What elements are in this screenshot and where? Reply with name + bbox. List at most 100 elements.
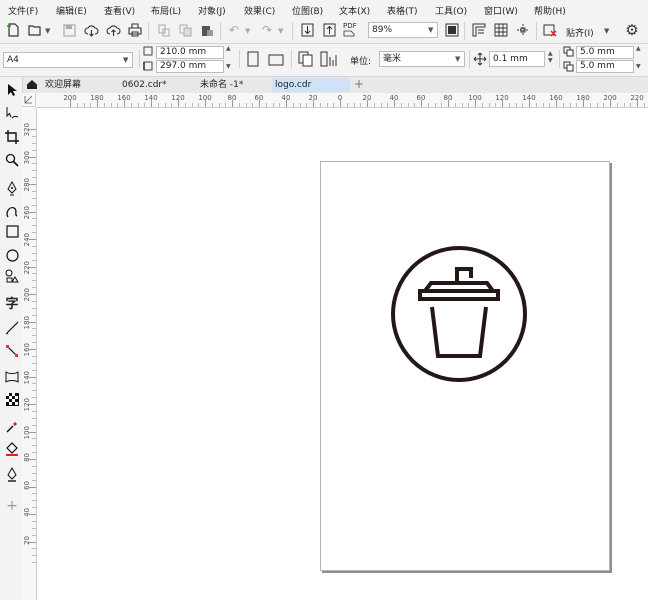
height-spin-down-icon[interactable]: ▼: [226, 63, 231, 70]
add-tab-icon[interactable]: +: [351, 78, 367, 92]
vertical-ruler[interactable]: 320 300 280 260 240 220 200 180 160 140 120 100 80 60…: [22, 107, 37, 600]
import-icon[interactable]: [298, 21, 316, 39]
open-dropdown-icon[interactable]: ▼: [45, 27, 50, 35]
snap-to-dropdown[interactable]: 贴齐(I): [566, 26, 594, 39]
ruler-h-minor-tick: [508, 103, 510, 107]
menu-layout[interactable]: 布局(L): [151, 4, 181, 17]
eyedropper-tool-icon[interactable]: [3, 418, 21, 436]
undo-icon[interactable]: ↶: [225, 21, 243, 39]
menu-tools[interactable]: 工具(O): [435, 4, 467, 17]
cloud-upload-icon[interactable]: [104, 21, 122, 39]
save-icon[interactable]: [60, 21, 78, 39]
undo-dropdown-icon[interactable]: ▼: [245, 27, 250, 35]
export-icon[interactable]: [320, 21, 338, 39]
all-pages-icon[interactable]: [298, 51, 314, 70]
duplicate-distance-y-input[interactable]: 5.0 mm: [576, 60, 634, 73]
options-gear-icon[interactable]: ⚙: [623, 21, 641, 39]
menu-file[interactable]: 文件(F): [8, 4, 38, 17]
snap-dropdown-icon[interactable]: ▼: [604, 27, 609, 35]
cloud-download-icon[interactable]: [82, 21, 100, 39]
tab-logo-cdr[interactable]: logo.cdr: [272, 78, 350, 92]
nudge-spin-icon[interactable]: ▲ ▼: [548, 50, 553, 64]
cut-icon[interactable]: [154, 21, 172, 39]
connector-tool-icon[interactable]: [3, 342, 21, 360]
crop-tool-icon[interactable]: [3, 128, 21, 146]
ruler-h-minor-tick: [589, 103, 591, 107]
shape-tool-icon[interactable]: [3, 104, 21, 122]
smart-fill-tool-icon[interactable]: [3, 465, 21, 483]
horizontal-ruler[interactable]: 200 180 160 140 120 100 80 60 40 20 0 20 40 60 80 100 12…: [22, 93, 648, 108]
open-folder-icon[interactable]: [26, 21, 44, 39]
ruler-h-major-tick: [555, 100, 557, 107]
cup-with-straw-in-circle-icon[interactable]: [386, 240, 534, 388]
menu-effects[interactable]: 效果(C): [244, 4, 275, 17]
page-height-input[interactable]: 297.0 mm: [156, 60, 224, 73]
nudge-distance-input[interactable]: 0.1 mm: [489, 51, 545, 67]
publish-pdf-button[interactable]: PDF: [343, 22, 357, 39]
show-guidelines-icon[interactable]: [514, 21, 532, 39]
menu-table[interactable]: 表格(T): [387, 4, 418, 17]
add-tool-icon[interactable]: +: [3, 497, 21, 515]
landscape-icon[interactable]: [268, 54, 284, 69]
freehand-tool-icon[interactable]: [3, 179, 21, 197]
page-size-select[interactable]: A4: [3, 52, 133, 68]
envelope-tool-icon[interactable]: [3, 368, 21, 386]
ellipse-tool-icon[interactable]: [3, 246, 21, 264]
home-icon[interactable]: [26, 79, 38, 93]
menu-view[interactable]: 查看(V): [104, 4, 135, 17]
show-grid-icon[interactable]: [492, 21, 510, 39]
paste-icon[interactable]: [198, 21, 216, 39]
units-select[interactable]: 毫米: [379, 51, 465, 67]
ruler-v-major-tick: [29, 431, 36, 433]
ruler-h-minor-tick: [211, 103, 213, 107]
menu-edit[interactable]: 编辑(E): [56, 4, 87, 17]
ruler-v-major-tick: [29, 376, 36, 378]
dup-x-spin-icon[interactable]: ▲: [636, 45, 641, 52]
width-spin-up-icon[interactable]: ▲: [226, 45, 231, 52]
print-icon[interactable]: [126, 21, 144, 39]
ruler-h-minor-tick: [83, 103, 85, 107]
ruler-v-major-tick: [29, 156, 36, 158]
menu-bitmap[interactable]: 位图(B): [292, 4, 323, 17]
text-tool-icon[interactable]: 字: [3, 293, 21, 312]
toolbar-separator: [220, 22, 221, 40]
redo-dropdown-icon[interactable]: ▼: [278, 27, 283, 35]
page-size-dropdown-icon[interactable]: ▼: [123, 56, 128, 64]
portrait-icon[interactable]: [247, 51, 259, 70]
new-document-icon[interactable]: [4, 21, 22, 39]
menu-text[interactable]: 文本(X): [339, 4, 370, 17]
tab-0602-cdr[interactable]: 0602.cdr*: [119, 78, 194, 92]
show-rulers-icon[interactable]: [470, 21, 488, 39]
ruler-origin[interactable]: [22, 93, 36, 107]
ruler-h-minor-tick: [454, 103, 456, 107]
interactive-fill-tool-icon[interactable]: [3, 440, 21, 458]
ruler-h-minor-tick: [596, 103, 598, 107]
zoom-tool-icon[interactable]: [3, 151, 21, 169]
full-screen-icon[interactable]: [443, 21, 461, 39]
artistic-media-tool-icon[interactable]: [3, 202, 21, 220]
copy-icon[interactable]: [176, 21, 194, 39]
zoom-dropdown-icon[interactable]: ▼: [428, 26, 433, 34]
dup-y-spin-icon[interactable]: ▼: [636, 63, 641, 70]
ruler-v-major-tick: [29, 404, 36, 405]
menu-object[interactable]: 对象(J): [198, 4, 226, 17]
redo-icon[interactable]: ↷: [258, 21, 276, 39]
ruler-h-minor-tick: [319, 103, 321, 107]
units-dropdown-icon[interactable]: ▼: [455, 55, 460, 63]
menu-help[interactable]: 帮助(H): [534, 4, 566, 17]
transparency-tool-icon[interactable]: [3, 390, 21, 408]
menu-window[interactable]: 窗口(W): [484, 4, 518, 17]
page-width-input[interactable]: 210.0 mm: [156, 46, 224, 59]
ruler-v-minor-tick: [32, 335, 36, 337]
rectangle-tool-icon[interactable]: [3, 222, 21, 240]
duplicate-distance-x-input[interactable]: 5.0 mm: [576, 46, 634, 59]
tab-untitled-1[interactable]: 未命名 -1*: [197, 78, 272, 92]
tab-welcome-screen[interactable]: 欢迎屏幕: [42, 78, 115, 92]
snap-off-icon[interactable]: [541, 21, 559, 39]
pick-tool-icon[interactable]: [3, 81, 21, 99]
polygon-tool-icon[interactable]: [3, 267, 21, 285]
ruler-h-minor-tick: [252, 103, 254, 107]
current-page-icon[interactable]: [320, 51, 338, 70]
nudge-distance-icon: [473, 52, 487, 69]
parallel-dimension-tool-icon[interactable]: [3, 319, 21, 337]
